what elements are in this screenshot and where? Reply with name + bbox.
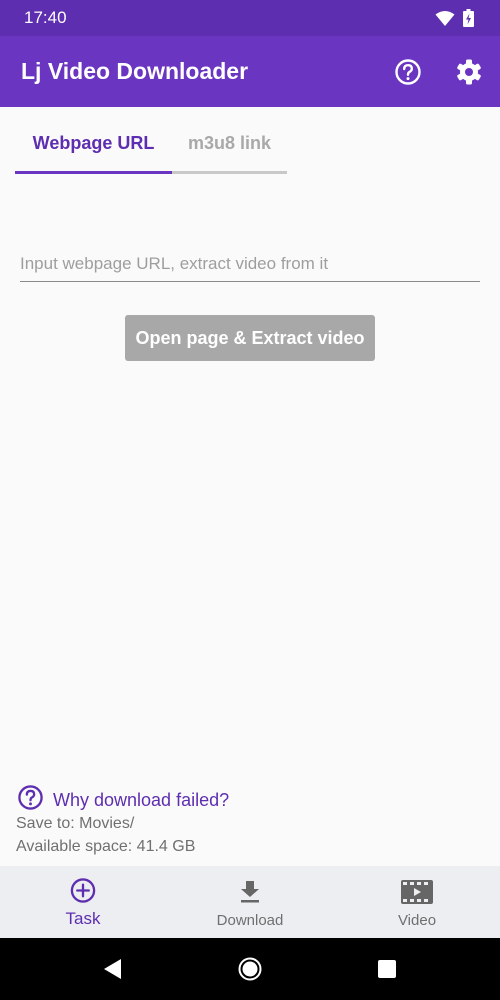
status-icons (435, 9, 474, 32)
help-circle-icon (17, 784, 44, 816)
settings-icon[interactable] (455, 58, 483, 86)
app-title: Lj Video Downloader (21, 58, 249, 84)
status-time: 17:40 (24, 8, 67, 27)
app-bar: Lj Video Downloader (0, 36, 500, 107)
url-input[interactable] (20, 250, 480, 282)
available-space-text: Available space: 41.4 GB (16, 838, 196, 855)
nav-video-label: Video (397, 912, 437, 929)
tab-m3u8-link[interactable]: m3u8 link (172, 107, 287, 174)
why-download-failed-link[interactable]: Why download failed? (17, 784, 229, 816)
film-icon (401, 880, 433, 909)
nav-task[interactable]: Task (0, 866, 166, 938)
add-circle-icon (70, 877, 97, 909)
nav-download-label: Download (216, 912, 284, 929)
nav-download[interactable]: Download (167, 866, 333, 938)
status-bar: 17:40 (0, 0, 500, 36)
home-icon[interactable] (238, 957, 262, 986)
recents-icon[interactable] (377, 959, 397, 984)
download-icon (239, 880, 261, 909)
help-icon[interactable] (394, 58, 422, 86)
battery-icon (463, 9, 474, 32)
nav-video[interactable]: Video (334, 866, 500, 938)
back-icon[interactable] (103, 958, 123, 985)
help-link-label: Why download failed? (53, 789, 230, 810)
tab-webpage-url[interactable]: Webpage URL (15, 107, 172, 174)
tab-bar: Webpage URL m3u8 link (15, 107, 287, 174)
nav-task-label: Task (65, 909, 101, 928)
wifi-icon (435, 10, 455, 32)
save-to-text: Save to: Movies/ (16, 815, 135, 832)
extract-video-button[interactable]: Open page & Extract video (125, 315, 375, 361)
system-navigation-bar (0, 938, 500, 1000)
bottom-navigation: Task Download Video (0, 866, 500, 938)
